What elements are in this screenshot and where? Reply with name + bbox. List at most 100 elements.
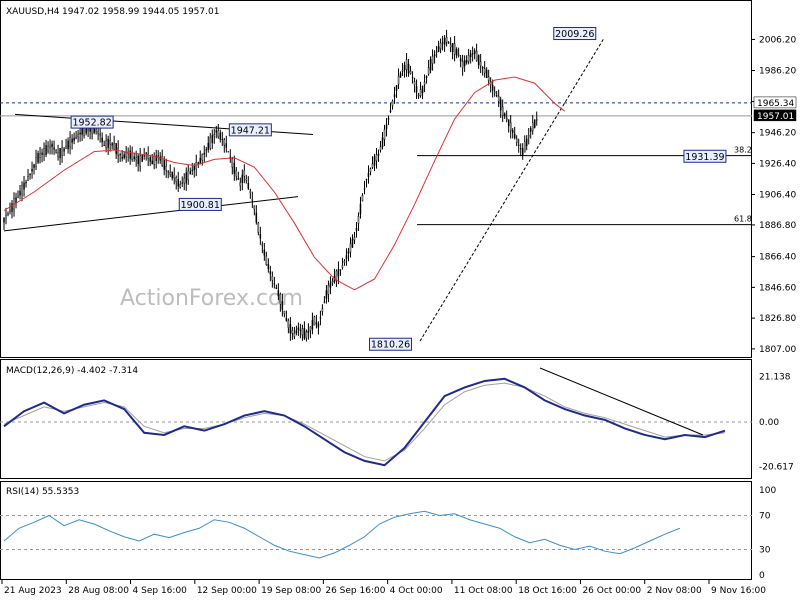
candle-body — [327, 284, 330, 295]
candle-body — [117, 147, 119, 156]
candle-body — [109, 140, 111, 145]
candle-body — [163, 159, 165, 170]
candle-body — [125, 152, 127, 158]
candle-body — [241, 174, 244, 183]
candle-body — [287, 320, 290, 328]
candle-body — [471, 53, 474, 55]
candle-body — [135, 157, 137, 161]
time-tick-label: 26 Sep 16:00 — [325, 586, 385, 596]
price-tick-label: 1886.80 — [759, 221, 796, 231]
candle-body — [257, 222, 260, 233]
moving-average-line — [3, 76, 566, 291]
candle-body — [535, 119, 538, 121]
candle-body — [497, 96, 500, 102]
candle-body — [193, 165, 196, 171]
candle-body — [17, 195, 19, 198]
macd-tick-label: 21.138 — [759, 372, 791, 382]
candle-body — [285, 317, 288, 321]
time-tick-label: 18 Oct 16:00 — [518, 586, 577, 596]
candle-body — [437, 46, 440, 52]
candle-body — [3, 217, 5, 223]
candle-body — [371, 163, 374, 168]
candle-body — [95, 129, 97, 132]
candle-body — [35, 157, 37, 167]
candle-body — [325, 290, 328, 299]
candle-body — [463, 60, 466, 66]
candle-body — [343, 260, 346, 264]
candle-body — [317, 323, 320, 328]
candle-body — [157, 155, 159, 158]
candle-body — [385, 124, 388, 129]
candle-body — [401, 70, 404, 72]
candle-body — [255, 212, 258, 223]
time-tick-label: 19 Sep 08:00 — [261, 586, 321, 596]
candle-body — [445, 36, 448, 43]
candle-body — [267, 264, 270, 270]
candle-body — [483, 68, 486, 74]
candle-body — [167, 171, 169, 173]
candle-body — [223, 139, 226, 146]
candle-body — [501, 106, 504, 116]
candle-body — [431, 55, 434, 64]
candle-body — [133, 156, 135, 160]
price-tick-label: 1986.20 — [759, 67, 796, 77]
candle-body — [413, 81, 416, 86]
candle-body — [11, 203, 13, 212]
rsi-tick-label: 30 — [759, 546, 771, 556]
candle-body — [391, 100, 394, 107]
candle-body — [57, 152, 59, 158]
candle-body — [9, 209, 11, 212]
candle-body — [245, 178, 248, 181]
candle-body — [481, 67, 484, 69]
candle-body — [459, 58, 462, 62]
candle-body — [369, 168, 372, 173]
candle-body — [111, 143, 113, 146]
candle-body — [165, 165, 167, 171]
candle-body — [231, 158, 234, 168]
macd-tick-label: -20.617 — [759, 463, 794, 473]
price-tick-label: 2006.20 — [759, 35, 796, 45]
candle-body — [351, 239, 354, 248]
candle-body — [209, 137, 212, 149]
price-annotation-label: 1900.81 — [181, 200, 220, 211]
candle-body — [183, 177, 185, 184]
candle-body — [487, 76, 490, 81]
candle-body — [275, 287, 278, 290]
candle-body — [227, 151, 230, 153]
candle-body — [113, 143, 115, 150]
candle-body — [381, 137, 384, 148]
forex-chart: XAUUSD,H4 1947.02 1958.99 1944.05 1957.0… — [0, 0, 796, 596]
candle-body — [379, 146, 382, 151]
candle-body — [507, 119, 510, 127]
candle-body — [477, 54, 480, 66]
candle-body — [455, 49, 458, 56]
candle-body — [203, 152, 206, 155]
chart-ohlc: 1947.02 1958.99 1944.05 1957.01 — [62, 7, 219, 17]
candle-body — [71, 138, 73, 143]
candle-body — [151, 160, 153, 165]
candle-body — [357, 216, 360, 224]
candle-body — [47, 145, 49, 152]
candle-body — [191, 169, 194, 171]
candle-body — [187, 170, 189, 181]
candle-body — [225, 143, 228, 148]
candle-body — [373, 156, 376, 166]
candle-body — [273, 283, 276, 285]
candle-body — [407, 63, 410, 74]
candle-body — [441, 42, 444, 44]
rsi-line — [3, 510, 681, 559]
candle-body — [169, 171, 171, 175]
candle-body — [435, 51, 438, 53]
candle-body — [321, 308, 324, 312]
candle-body — [291, 330, 294, 334]
candle-body — [383, 129, 386, 140]
candle-body — [389, 110, 392, 113]
time-tick-label: 28 Aug 08:00 — [68, 586, 129, 596]
price-annotation-label: 1931.39 — [685, 152, 724, 163]
candle-body — [37, 153, 39, 163]
candle-body — [377, 153, 380, 156]
candle-body — [517, 144, 520, 146]
candle-body — [415, 86, 418, 93]
candle-body — [201, 154, 204, 161]
candle-body — [331, 281, 334, 284]
